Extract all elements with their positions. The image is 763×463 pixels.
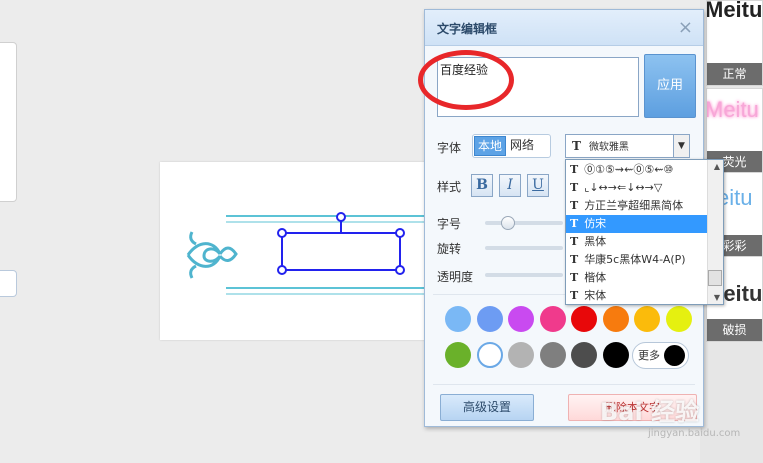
font-option[interactable]: T 宋体 xyxy=(566,287,708,304)
annotation-circle xyxy=(418,50,514,110)
underline-button[interactable]: U xyxy=(527,174,549,197)
font-option-label: ⓪①⑤⇝⇜⓪⑤⇜⑩ xyxy=(584,163,674,176)
dialog-header: 文字编辑框 × xyxy=(425,10,703,46)
color-swatch[interactable] xyxy=(539,342,566,368)
font-dropdown-list: T ⓪①⑤⇝⇜⓪⑤⇜⑩ T ⌞↓↔→⇐↓↔→▽ T 方正兰亭超细黑简体 T 仿宋 T 黑体 T 华康5… xyxy=(565,159,724,305)
font-option-label: 华康5c黑体W4-A(P) xyxy=(584,253,686,266)
font-option-label: 楷体 xyxy=(584,271,607,284)
color-swatch[interactable] xyxy=(571,342,597,368)
advanced-settings-button[interactable]: 高级设置 xyxy=(440,394,534,421)
font-select[interactable]: T 微软雅黑 ▼ xyxy=(565,134,690,158)
apply-button[interactable]: 应用 xyxy=(644,54,696,118)
opacity-slider[interactable] xyxy=(485,273,563,277)
font-source-toggle: 本地 网络 xyxy=(472,134,551,158)
font-option[interactable]: T 方正兰亭超细黑简体 xyxy=(566,197,708,215)
color-swatch[interactable] xyxy=(476,306,503,332)
font-option-label: 方正兰亭超细黑简体 xyxy=(584,199,684,212)
color-swatch[interactable] xyxy=(508,342,534,368)
rotate-slider[interactable] xyxy=(485,246,563,250)
font-option-label: 仿宋 xyxy=(584,217,607,230)
font-option-label: ⌞↓↔→⇐↓↔→▽ xyxy=(584,181,663,194)
font-type-icon: T xyxy=(570,253,579,266)
color-swatch[interactable] xyxy=(445,306,471,332)
color-swatch[interactable] xyxy=(665,306,692,332)
font-type-icon: T xyxy=(570,181,579,194)
font-option[interactable]: T 楷体 xyxy=(566,269,708,287)
scroll-thumb[interactable] xyxy=(708,270,722,286)
size-slider-knob[interactable] xyxy=(501,216,515,230)
font-source-local[interactable]: 本地 xyxy=(474,136,507,156)
color-swatch[interactable] xyxy=(634,306,660,332)
preset-normal[interactable]: Meitu 正常 xyxy=(706,0,763,86)
divider xyxy=(433,384,695,385)
more-colors-button[interactable]: 更多 xyxy=(632,342,689,369)
color-swatch[interactable] xyxy=(476,342,503,368)
color-swatch[interactable] xyxy=(602,342,629,368)
left-button[interactable] xyxy=(0,270,17,297)
color-swatch[interactable] xyxy=(571,306,597,332)
watermark-url: jingyan.baidu.com xyxy=(648,428,741,439)
font-type-icon: T xyxy=(570,199,579,212)
scroll-down-icon[interactable]: ▼ xyxy=(714,293,720,302)
font-option-label: 黑体 xyxy=(584,235,607,248)
text-selection-box xyxy=(281,232,401,271)
font-source-web[interactable]: 网络 xyxy=(507,135,537,157)
dropdown-scrollbar[interactable]: ▲ ▼ xyxy=(707,160,723,304)
color-swatch[interactable] xyxy=(508,306,534,332)
swirl-ornament-icon xyxy=(186,231,238,279)
font-label: 字体 xyxy=(437,141,462,155)
font-type-icon: T xyxy=(570,217,579,230)
font-option-label: 宋体 xyxy=(584,289,607,302)
close-icon[interactable]: × xyxy=(678,17,693,38)
color-swatch[interactable] xyxy=(602,306,629,332)
style-label: 样式 xyxy=(437,180,462,194)
font-type-icon: T xyxy=(570,289,579,302)
font-type-icon: T xyxy=(570,163,579,176)
font-option[interactable]: T 仿宋 xyxy=(566,215,708,233)
font-select-value: 微软雅黑 xyxy=(588,142,629,153)
opacity-label: 透明度 xyxy=(437,270,474,284)
font-type-icon: T xyxy=(570,235,579,248)
watermark-logo: Bai 经验 xyxy=(600,398,700,426)
editing-canvas[interactable] xyxy=(160,162,430,340)
scroll-up-icon[interactable]: ▲ xyxy=(714,162,720,171)
left-panel xyxy=(0,42,17,202)
bold-button[interactable]: B xyxy=(471,174,493,197)
chevron-down-icon[interactable]: ▼ xyxy=(673,134,690,158)
font-option[interactable]: T ⌞↓↔→⇐↓↔→▽ xyxy=(566,179,708,197)
size-slider[interactable] xyxy=(485,216,563,230)
current-color-swatch xyxy=(664,345,685,366)
color-swatch[interactable] xyxy=(539,306,566,332)
size-label: 字号 xyxy=(437,217,462,231)
font-option[interactable]: T 华康5c黑体W4-A(P) xyxy=(566,251,708,269)
font-type-icon: T xyxy=(570,271,579,284)
font-option[interactable]: T ⓪①⑤⇝⇜⓪⑤⇜⑩ xyxy=(566,161,708,179)
dialog-title: 文字编辑框 xyxy=(437,22,498,36)
more-colors-label: 更多 xyxy=(638,349,660,362)
rotate-label: 旋转 xyxy=(437,242,462,256)
ornament-frame xyxy=(186,212,430,295)
font-option[interactable]: T 黑体 xyxy=(566,233,708,251)
color-swatch[interactable] xyxy=(445,342,471,368)
italic-button[interactable]: I xyxy=(499,174,521,197)
font-type-icon: T xyxy=(572,139,581,153)
